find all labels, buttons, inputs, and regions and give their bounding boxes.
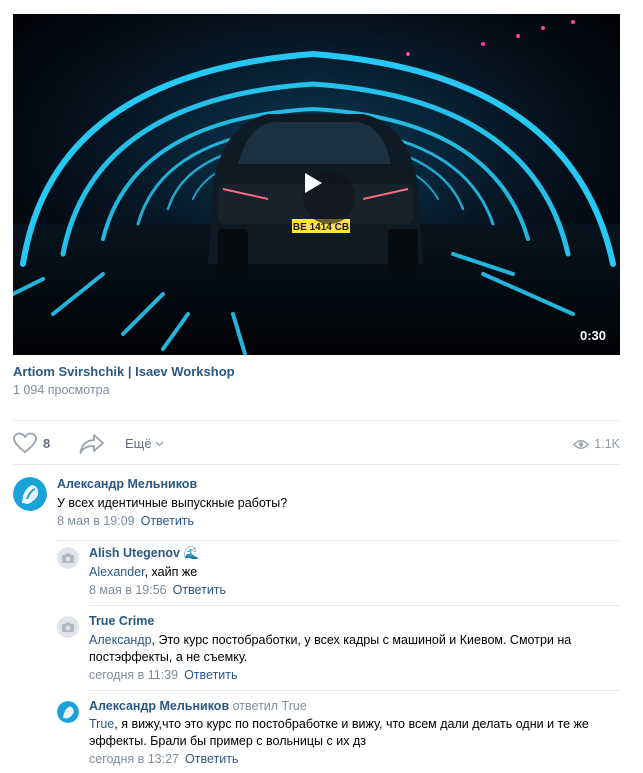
comment: Александр Мельников У всех идентичные вы… (13, 477, 620, 537)
divider (13, 420, 620, 421)
share-icon (79, 434, 104, 454)
like-count: 8 (43, 435, 51, 451)
view-count-text: 1 094 просмотра (13, 383, 110, 397)
play-button[interactable] (303, 172, 355, 224)
views-short: 1.1K (594, 437, 620, 451)
mention-link[interactable]: True (89, 717, 114, 731)
comment-author[interactable]: Александр Мельников (57, 477, 197, 491)
comment-date: 8 мая в 19:09 (57, 514, 135, 528)
reply-comment: Alish Utegenov 🌊 Alexander, хайп же 8 ма… (57, 546, 620, 602)
camera-icon (57, 547, 79, 569)
video-duration: 0:30 (579, 328, 606, 343)
more-label: Ещё (125, 436, 152, 451)
comment-text: True, я вижу,что это курс по постобработ… (89, 717, 589, 748)
video-title[interactable]: Artiom Svirshchik | Isaev Workshop (13, 364, 235, 379)
divider (13, 464, 620, 465)
reply-comment: True Crime Александр, Это курс постобраб… (57, 614, 620, 686)
license-plate: BE 1414 CB (293, 222, 349, 233)
avatar[interactable] (57, 616, 79, 638)
comment-text: Alexander, хайп же (89, 565, 198, 579)
like-button[interactable]: 8 (13, 432, 50, 454)
heart-icon (13, 432, 37, 454)
comment-text: Александр, Это курс постобработки, у все… (89, 633, 572, 664)
mention-link[interactable]: Александр (89, 633, 152, 647)
comment-meta: 8 мая в 19:09 Ответить (57, 514, 194, 528)
action-bar: 8 Ещё 1.1K (13, 432, 620, 460)
comment-author[interactable]: True Crime (89, 614, 154, 628)
reply-button[interactable]: Ответить (173, 583, 226, 597)
reply-button[interactable]: Ответить (141, 514, 194, 528)
views-indicator: 1.1K (573, 437, 620, 451)
avatar[interactable] (57, 701, 79, 723)
comment-date: сегодня в 13:27 (89, 752, 179, 766)
comment-author[interactable]: Александр Мельников ответил True (89, 699, 307, 713)
reply-button[interactable]: Ответить (185, 752, 238, 766)
avatar[interactable] (57, 547, 79, 569)
divider (89, 690, 620, 691)
divider (57, 540, 620, 541)
comment-meta: 8 мая в 19:56 Ответить (89, 583, 226, 597)
mention-link[interactable]: Alexander (89, 565, 145, 579)
comment-meta: сегодня в 11:39 Ответить (89, 668, 238, 682)
avatar[interactable] (13, 477, 47, 511)
comment-meta: сегодня в 13:27 Ответить (89, 752, 238, 766)
replied-to[interactable]: ответил True (233, 699, 307, 713)
more-button[interactable]: Ещё (125, 436, 164, 451)
chevron-down-icon (155, 441, 164, 446)
comment-date: 8 мая в 19:56 (89, 583, 167, 597)
divider (89, 605, 620, 606)
eye-icon (573, 439, 590, 449)
comment-date: сегодня в 11:39 (89, 668, 179, 682)
play-icon (305, 173, 322, 193)
reply-comment: Александр Мельников ответил True True, я… (57, 699, 620, 771)
comment-text: У всех идентичные выпускные работы? (57, 496, 288, 510)
comment-author[interactable]: Alish Utegenov 🌊 (89, 546, 199, 561)
share-button[interactable] (79, 433, 105, 460)
camera-icon (57, 616, 79, 638)
video-player[interactable]: BE 1414 CB 0:30 (13, 14, 620, 355)
reply-button[interactable]: Ответить (184, 668, 237, 682)
